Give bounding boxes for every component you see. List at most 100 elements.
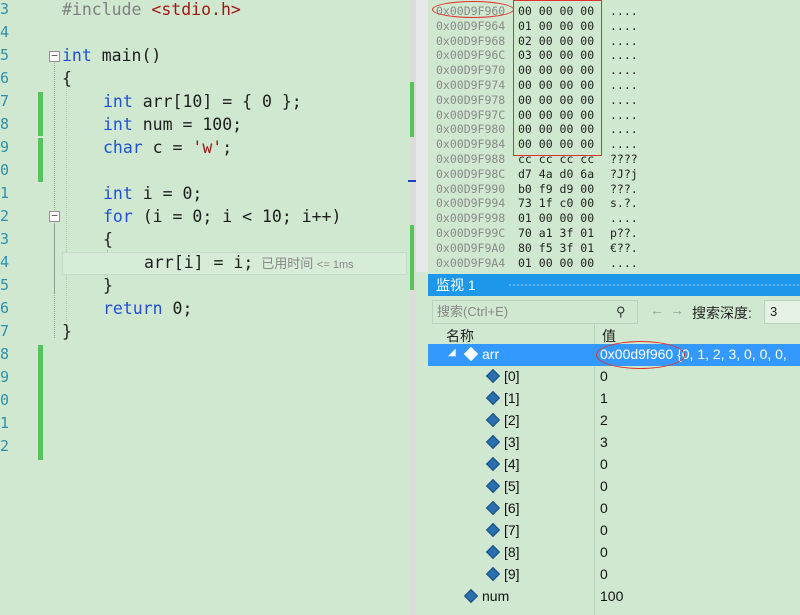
memory-ascii: ....	[610, 78, 638, 92]
memory-address: 0x00D9F984	[436, 137, 506, 152]
memory-row[interactable]: 0x00D9F998 01 00 00 00....	[436, 211, 638, 226]
variable-icon	[485, 522, 501, 538]
search-icon[interactable]: ⚲	[616, 304, 626, 320]
keyword: int	[103, 115, 133, 134]
code-line-i[interactable]: int i = 0;	[103, 184, 202, 203]
code-line-num[interactable]: int num = 100;	[103, 115, 242, 134]
watch-row-element[interactable]: [5] 0	[428, 476, 800, 498]
watch-row-element[interactable]: [4] 0	[428, 454, 800, 476]
variable-icon	[485, 390, 501, 406]
watch-window[interactable]: 监视 1 搜索(Ctrl+E) ⚲ ← → 搜索深度: 3 名称 值 ◢ arr…	[428, 272, 800, 615]
fold-line	[54, 63, 55, 338]
memory-ascii: ....	[610, 18, 638, 33]
memory-window[interactable]: 0x00D9F960 00 00 00 00.... 0x00D9F964 01 00…	[428, 0, 800, 272]
watch-row-element[interactable]: [7] 0	[428, 520, 800, 542]
memory-row[interactable]: 0x00D9F990 b0 f9 d9 00???.	[436, 182, 638, 197]
watch-row-element[interactable]: [3] 3	[428, 432, 800, 454]
watch-row-element[interactable]: [6] 0	[428, 498, 800, 520]
arrow-right-icon[interactable]: →	[670, 302, 684, 318]
memory-row[interactable]: 0x00D9F98C d7 4a d0 6a ?J?j	[436, 167, 638, 182]
memory-address: 0x00D9F990	[436, 181, 506, 196]
memory-ascii: ....	[610, 255, 638, 270]
memory-address: 0x00D9F998	[436, 211, 506, 226]
watch-row-element[interactable]: [9] 0	[428, 564, 800, 586]
memory-bytes: 01 00 00 00	[518, 211, 595, 226]
fold-toggle-main[interactable]: −	[49, 50, 60, 62]
watch-value: 0	[600, 500, 608, 516]
watch-row-element[interactable]: [8] 0	[428, 542, 800, 564]
code-line-char[interactable]: char c = 'w';	[103, 138, 232, 157]
watch-row-num[interactable]: num 100	[428, 586, 800, 608]
memory-ascii: €??.	[610, 240, 638, 255]
memory-address: 0x00D9F9A0	[436, 240, 506, 255]
watch-name: arr	[482, 346, 500, 362]
perf-tip[interactable]: 已用时间 <= 1ms	[261, 256, 353, 271]
keyword: for	[103, 207, 133, 226]
watch-name: [8]	[504, 544, 520, 560]
memory-row[interactable]: 0x00D9F994 73 1f c0 00 s.?.	[436, 196, 638, 211]
preprocessor-keyword: #include	[62, 0, 142, 19]
memory-address: 0x00D9F970	[436, 63, 506, 78]
code-line-inner-close[interactable]: }	[103, 276, 113, 295]
memory-address: 0x00D9F97C	[436, 107, 506, 122]
code-line-inner-open[interactable]: {	[103, 230, 113, 249]
watch-value: 2	[600, 412, 608, 428]
watch-title-bar[interactable]: 监视 1	[428, 274, 800, 296]
line-number: 9	[0, 368, 10, 386]
code-line-open-brace[interactable]: {	[62, 69, 72, 88]
watch-value: 3	[600, 434, 608, 450]
indent-guide	[66, 82, 67, 322]
code-line-arr[interactable]: int arr[10] = { 0 };	[103, 92, 302, 111]
code-editor[interactable]: 3 4 5 6 7 8 9 0 1 2 3 4 5 6 7 8 9 0 1 2 − − #include <stdio…	[0, 0, 410, 615]
watch-value: 1	[600, 390, 608, 406]
keyword: int	[103, 184, 133, 203]
code-line-assign[interactable]: arr[i] = i; 已用时间 <= 1ms	[144, 253, 354, 272]
watch-name: [3]	[504, 434, 520, 450]
memory-address: 0x00D9F964	[436, 18, 506, 33]
memory-address: 0x00D9F978	[436, 92, 506, 107]
arrow-left-icon[interactable]: ←	[650, 302, 664, 318]
code-line-close-brace[interactable]: }	[62, 322, 72, 341]
variable-icon	[485, 434, 501, 450]
code-line-main[interactable]: int main()	[62, 46, 161, 65]
fold-toggle-for[interactable]: −	[49, 210, 60, 222]
memory-row[interactable]: 0x00D9F9A0 80 f5 3f 01 €??.	[436, 241, 638, 256]
watch-row-element[interactable]: [1] 1	[428, 388, 800, 410]
watch-search-row: 搜索(Ctrl+E) ⚲ ← → 搜索深度: 3	[428, 300, 800, 324]
memory-ascii: ....	[610, 48, 638, 63]
watch-name: [7]	[504, 522, 520, 538]
memory-row[interactable]: 0x00D9F9A4 01 00 00 00....	[436, 256, 638, 271]
watch-row-element[interactable]: [0] 0	[428, 366, 800, 388]
variable-icon	[485, 478, 501, 494]
code-line-include[interactable]: #include <stdio.h>	[62, 0, 241, 19]
collapse-arrow-icon[interactable]: ◢	[448, 347, 456, 358]
title-bar-grip	[508, 283, 800, 288]
memory-address: 0x00D9F974	[436, 78, 506, 92]
scrollbar-change-mark	[410, 225, 414, 290]
arr-contents: {0, 1, 2, 3, 0, 0, 0,	[673, 346, 787, 362]
memory-ascii: s.?.	[610, 196, 638, 211]
perf-tip-label: 已用时间	[261, 256, 314, 271]
memory-bytes: 73 1f c0 00	[518, 196, 595, 211]
watch-search-input[interactable]: 搜索(Ctrl+E)	[432, 300, 638, 324]
variable-icon	[485, 544, 501, 560]
code-line-return[interactable]: return 0;	[103, 299, 192, 318]
memory-ascii: p??.	[610, 226, 638, 240]
memory-row[interactable]: 0x00D9F99C 70 a1 3f 01 p??.	[436, 226, 638, 241]
code-text: (i = 0; i < 10; i++)	[132, 207, 342, 226]
memory-address: 0x00D9F9A4	[436, 255, 506, 270]
code-line-for[interactable]: for (i = 0; i < 10; i++)	[103, 207, 341, 226]
pane-splitter[interactable]	[416, 0, 428, 272]
memory-ascii: ....	[610, 63, 638, 78]
memory-ascii: ????	[610, 152, 638, 166]
line-number: 3	[0, 0, 10, 18]
memory-address: 0x00D9F968	[436, 33, 506, 48]
column-header-name[interactable]: 名称	[446, 326, 474, 346]
change-bar	[38, 138, 43, 182]
memory-ascii: ....	[610, 92, 638, 107]
code-text: arr[10] = { 0 };	[132, 92, 302, 111]
watch-row-element[interactable]: [2] 2	[428, 410, 800, 432]
search-depth-select[interactable]: 3	[764, 300, 800, 324]
watch-name: [4]	[504, 456, 520, 472]
annotation-box-array-bytes	[513, 0, 602, 156]
